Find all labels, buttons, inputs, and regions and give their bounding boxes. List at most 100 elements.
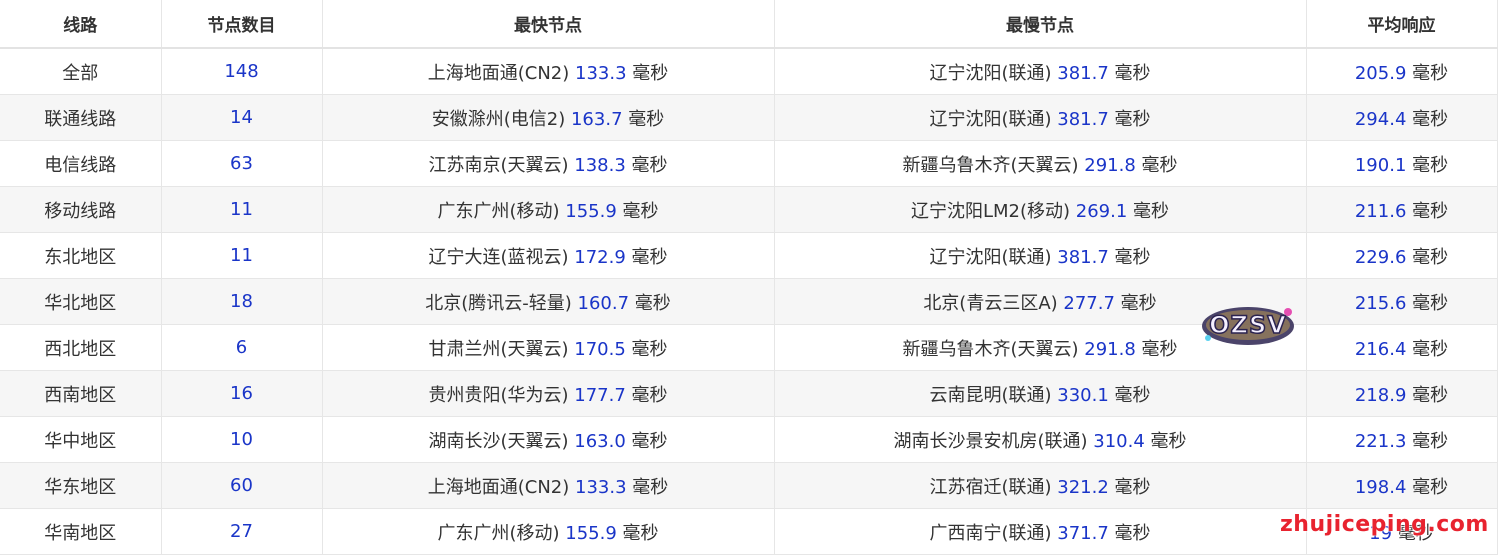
line-cell: 西北地区 bbox=[0, 324, 161, 371]
slowest-unit: 毫秒 bbox=[1114, 522, 1151, 544]
header-line: 线路 bbox=[0, 0, 161, 49]
slowest-node-name: 新疆乌鲁木齐(天翼云) bbox=[902, 338, 1079, 360]
header-slowest-node: 最慢节点 bbox=[773, 0, 1306, 49]
average-unit: 毫秒 bbox=[1412, 292, 1449, 314]
slowest-cell: 江苏宿迁(联通) 321.2 毫秒 bbox=[773, 462, 1306, 509]
average-unit: 毫秒 bbox=[1412, 476, 1449, 498]
table-row: 东北地区 11 辽宁大连(蓝视云) 172.9 毫秒 辽宁沈阳(联通) 381.… bbox=[0, 232, 1497, 279]
fastest-node-ms: 170.5 bbox=[574, 338, 626, 360]
fastest-unit: 毫秒 bbox=[632, 476, 669, 498]
line-cell: 华中地区 bbox=[0, 416, 161, 463]
node-count[interactable]: 148 bbox=[224, 61, 258, 82]
line-cell: 联通线路 bbox=[0, 94, 161, 141]
node-count[interactable]: 14 bbox=[230, 107, 253, 128]
site-watermark: zhujiceping.com bbox=[1280, 512, 1489, 537]
fastest-unit: 毫秒 bbox=[631, 430, 668, 452]
line-cell: 华北地区 bbox=[0, 278, 161, 325]
node-count[interactable]: 60 bbox=[230, 475, 253, 496]
table-row: 华南地区 27 广东广州(移动) 155.9 毫秒 广西南宁(联通) 371.7… bbox=[0, 508, 1497, 555]
count-cell: 60 bbox=[160, 462, 322, 509]
average-cell: 190.1 毫秒 bbox=[1305, 140, 1497, 187]
slowest-node-ms: 381.7 bbox=[1057, 108, 1109, 130]
line-name: 西南地区 bbox=[44, 384, 117, 406]
line-cell: 华东地区 bbox=[0, 462, 161, 509]
line-name: 西北地区 bbox=[44, 338, 117, 360]
fastest-node-ms: 138.3 bbox=[574, 154, 626, 176]
fastest-node-name: 安徽滁州(电信2) bbox=[431, 108, 566, 130]
fastest-unit: 毫秒 bbox=[622, 200, 659, 222]
count-cell: 11 bbox=[160, 186, 322, 233]
fastest-node-name: 甘肃兰州(天翼云) bbox=[428, 338, 569, 360]
count-cell: 16 bbox=[160, 370, 322, 417]
fastest-node-ms: 160.7 bbox=[577, 292, 630, 314]
slowest-unit: 毫秒 bbox=[1114, 476, 1151, 498]
slowest-cell: 广西南宁(联通) 371.7 毫秒 bbox=[773, 508, 1306, 555]
line-name: 东北地区 bbox=[44, 246, 117, 268]
fastest-node-name: 上海地面通(CN2) bbox=[427, 476, 570, 498]
fastest-cell: 上海地面通(CN2) 133.3 毫秒 bbox=[321, 48, 774, 95]
fastest-node-name: 上海地面通(CN2) bbox=[427, 62, 570, 84]
fastest-cell: 湖南长沙(天翼云) 163.0 毫秒 bbox=[321, 416, 774, 463]
average-cell: 211.6 毫秒 bbox=[1305, 186, 1497, 233]
fastest-cell: 江苏南京(天翼云) 138.3 毫秒 bbox=[321, 140, 774, 187]
slowest-unit: 毫秒 bbox=[1150, 430, 1187, 452]
average-cell: 221.3 毫秒 bbox=[1305, 416, 1497, 463]
table-row: 西南地区 16 贵州贵阳(华为云) 177.7 毫秒 云南昆明(联通) 330.… bbox=[0, 370, 1497, 417]
table-row: 联通线路 14 安徽滁州(电信2) 163.7 毫秒 辽宁沈阳(联通) 381.… bbox=[0, 94, 1497, 141]
node-count[interactable]: 6 bbox=[236, 337, 247, 358]
slowest-node-name: 辽宁沈阳(联通) bbox=[929, 108, 1052, 130]
average-ms: 218.9 bbox=[1354, 384, 1407, 406]
line-name: 华北地区 bbox=[44, 292, 117, 314]
average-cell: 198.4 毫秒 bbox=[1305, 462, 1497, 509]
table-row: 华中地区 10 湖南长沙(天翼云) 163.0 毫秒 湖南长沙景安机房(联通) … bbox=[0, 416, 1497, 463]
fastest-node-ms: 163.0 bbox=[574, 430, 626, 452]
node-count[interactable]: 11 bbox=[230, 199, 253, 220]
slowest-unit: 毫秒 bbox=[1114, 246, 1151, 268]
count-cell: 10 bbox=[160, 416, 322, 463]
slowest-cell: 辽宁沈阳(联通) 381.7 毫秒 bbox=[773, 94, 1306, 141]
fastest-cell: 广东广州(移动) 155.9 毫秒 bbox=[321, 508, 774, 555]
ozsv-logo-watermark: OZSV bbox=[1202, 307, 1294, 345]
average-ms: 190.1 bbox=[1354, 154, 1407, 176]
count-cell: 6 bbox=[160, 324, 322, 371]
fastest-node-ms: 133.3 bbox=[575, 62, 627, 84]
fastest-unit: 毫秒 bbox=[631, 384, 668, 406]
average-cell: 205.9 毫秒 bbox=[1305, 48, 1497, 95]
slowest-unit: 毫秒 bbox=[1114, 108, 1151, 130]
average-ms: 229.6 bbox=[1354, 246, 1407, 268]
slowest-unit: 毫秒 bbox=[1114, 62, 1151, 84]
fastest-cell: 广东广州(移动) 155.9 毫秒 bbox=[321, 186, 774, 233]
count-cell: 27 bbox=[160, 508, 322, 555]
fastest-unit: 毫秒 bbox=[631, 338, 668, 360]
fastest-node-ms: 155.9 bbox=[565, 522, 617, 544]
node-count[interactable]: 18 bbox=[230, 291, 253, 312]
fastest-unit: 毫秒 bbox=[631, 246, 668, 268]
node-count[interactable]: 10 bbox=[230, 429, 253, 450]
fastest-unit: 毫秒 bbox=[632, 62, 669, 84]
table-row: 移动线路 11 广东广州(移动) 155.9 毫秒 辽宁沈阳LM2(移动) 26… bbox=[0, 186, 1497, 233]
slowest-unit: 毫秒 bbox=[1141, 154, 1178, 176]
slowest-cell: 辽宁沈阳LM2(移动) 269.1 毫秒 bbox=[773, 186, 1306, 233]
fastest-cell: 安徽滁州(电信2) 163.7 毫秒 bbox=[321, 94, 774, 141]
header-average-response: 平均响应 bbox=[1305, 0, 1497, 49]
slowest-unit: 毫秒 bbox=[1133, 200, 1170, 222]
average-unit: 毫秒 bbox=[1412, 338, 1449, 360]
line-name: 全部 bbox=[62, 62, 99, 84]
fastest-node-name: 辽宁大连(蓝视云) bbox=[428, 246, 569, 268]
node-count[interactable]: 16 bbox=[230, 383, 253, 404]
line-name: 联通线路 bbox=[44, 108, 117, 130]
average-cell: 215.6 毫秒 bbox=[1305, 278, 1497, 325]
fastest-cell: 辽宁大连(蓝视云) 172.9 毫秒 bbox=[321, 232, 774, 279]
node-count[interactable]: 63 bbox=[230, 153, 253, 174]
slowest-node-name: 辽宁沈阳(联通) bbox=[929, 62, 1052, 84]
line-name: 华中地区 bbox=[44, 430, 117, 452]
slowest-node-ms: 277.7 bbox=[1063, 292, 1115, 314]
slowest-node-name: 江苏宿迁(联通) bbox=[929, 476, 1052, 498]
fastest-node-name: 广东广州(移动) bbox=[437, 522, 560, 544]
line-cell: 移动线路 bbox=[0, 186, 161, 233]
line-cell: 全部 bbox=[0, 48, 161, 95]
table-row: 全部 148 上海地面通(CN2) 133.3 毫秒 辽宁沈阳(联通) 381.… bbox=[0, 48, 1497, 95]
fastest-unit: 毫秒 bbox=[631, 154, 668, 176]
node-count[interactable]: 11 bbox=[230, 245, 253, 266]
node-count[interactable]: 27 bbox=[230, 521, 253, 542]
